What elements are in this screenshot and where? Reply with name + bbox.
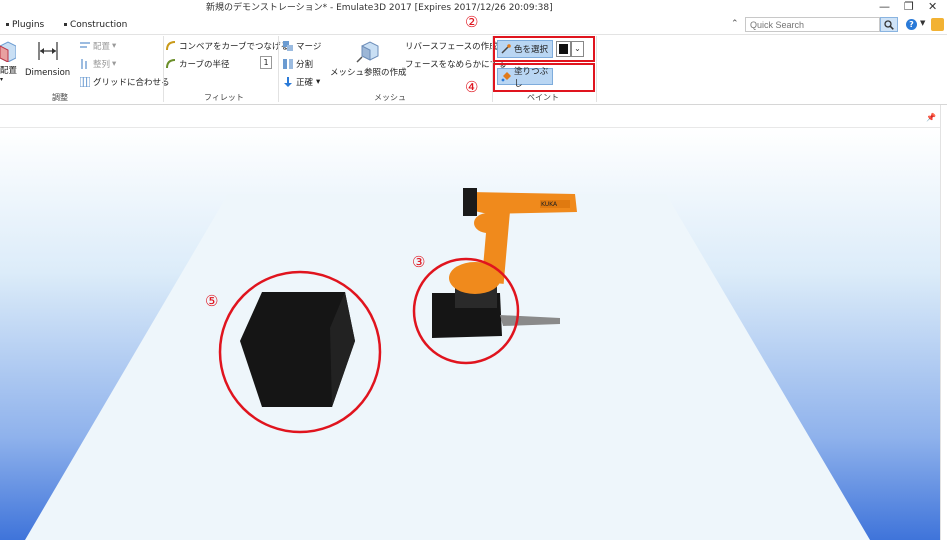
normal-dropdown-icon: ▾	[316, 77, 321, 87]
viewport-header	[0, 105, 947, 128]
align-dropdown-icon: ▾	[112, 59, 117, 69]
mesh-reference-button[interactable]: メッシュ参照の作成	[330, 40, 407, 78]
cube-place-icon	[0, 41, 16, 62]
license-lock-icon[interactable]	[931, 18, 944, 31]
tab-plugins[interactable]: Plugins	[6, 20, 44, 30]
arrange-button[interactable]: 配置 ▾	[80, 40, 116, 52]
curve-conveyor-label: コンベアをカーブでつなげる	[179, 42, 289, 52]
fit-grid-label: グリッドに合わせる	[93, 78, 170, 88]
merge-button[interactable]: マージ	[283, 40, 321, 52]
group-divider	[278, 36, 279, 102]
title-bar: 新規のデモンストレーション* - Emulate3D 2017 [Expires…	[0, 0, 947, 14]
quick-search-input[interactable]	[745, 17, 880, 32]
window-title: 新規のデモンストレーション* - Emulate3D 2017 [Expires…	[206, 3, 553, 13]
mesh-reference-label: メッシュ参照の作成	[330, 68, 407, 78]
arrange-icon	[80, 42, 90, 48]
curve-conveyor-icon	[166, 41, 176, 51]
curve-radius-icon	[166, 59, 176, 69]
bullet-icon	[6, 23, 9, 26]
dimension-arrow-icon	[37, 42, 58, 60]
annotation-number-5: ⑤	[205, 292, 219, 310]
tab-plugins-label: Plugins	[12, 20, 45, 30]
annotation-number-2: ②	[465, 13, 479, 31]
split-icon	[283, 59, 293, 69]
dimension-button[interactable]: Dimension	[25, 40, 70, 78]
split-label: 分割	[296, 60, 314, 70]
bullet-icon	[64, 23, 67, 26]
tab-construction-label: Construction	[70, 20, 128, 30]
help-icon[interactable]: ?	[906, 19, 917, 30]
3d-viewport[interactable]: KUKA	[0, 128, 940, 540]
curve-radius-control: カーブの半径	[166, 58, 230, 70]
reverse-face-label: リバースフェースの作成	[405, 42, 498, 52]
grid-icon	[80, 77, 90, 87]
curve-radius-label: カーブの半径	[179, 60, 230, 70]
annotation-box-4	[493, 63, 595, 92]
annotation-box-2	[493, 36, 595, 62]
tab-construction[interactable]: Construction	[64, 20, 127, 30]
robot-brand-logo: KUKA	[541, 201, 558, 208]
close-icon[interactable]: ✕	[928, 0, 937, 13]
group-label-adjust: 調整	[52, 93, 68, 102]
curve-radius-input[interactable]: 1	[260, 56, 272, 69]
merge-icon	[283, 41, 293, 51]
mesh-reference-icon	[356, 41, 379, 63]
minimize-icon[interactable]: —	[879, 0, 890, 13]
place-label: 配置	[0, 66, 18, 76]
annotation-number-4: ④	[465, 78, 479, 96]
merge-label: マージ	[296, 42, 322, 52]
place-button[interactable]: 配置 ▾	[0, 40, 17, 83]
place-dropdown-icon: ▾	[0, 76, 4, 83]
normal-arrow-icon	[284, 77, 292, 87]
align-button[interactable]: 整列 ▾	[80, 58, 116, 70]
search-icon	[884, 19, 894, 30]
curve-conveyor-button[interactable]: コンベアをカーブでつなげる	[166, 40, 289, 52]
reverse-face-button[interactable]: リバースフェースの作成	[405, 40, 498, 52]
group-label-paint: ペイント	[527, 93, 559, 102]
align-icon	[81, 59, 87, 69]
dimension-label: Dimension	[25, 68, 71, 78]
restore-icon[interactable]: ❐	[904, 0, 914, 13]
side-panel-edge	[940, 105, 947, 540]
arrange-dropdown-icon: ▾	[112, 41, 117, 51]
group-label-fillet: フィレット	[204, 93, 244, 102]
annotation-number-3: ③	[412, 253, 426, 271]
group-divider	[596, 36, 597, 102]
help-dropdown-icon[interactable]: ▼	[920, 19, 925, 27]
align-label: 整列	[93, 60, 111, 70]
group-label-mesh: メッシュ	[374, 93, 406, 102]
normal-button[interactable]: 正確 ▾	[283, 76, 320, 88]
group-divider	[163, 36, 164, 102]
normal-label: 正確	[296, 78, 314, 88]
split-button[interactable]: 分割	[283, 58, 313, 70]
ribbon-collapse-chevron-icon[interactable]: ⌃	[731, 19, 739, 29]
pin-icon[interactable]: 📌	[926, 113, 936, 122]
fit-grid-button[interactable]: グリッドに合わせる	[80, 76, 170, 88]
search-button[interactable]	[880, 17, 898, 32]
arrange-label: 配置	[93, 42, 111, 52]
